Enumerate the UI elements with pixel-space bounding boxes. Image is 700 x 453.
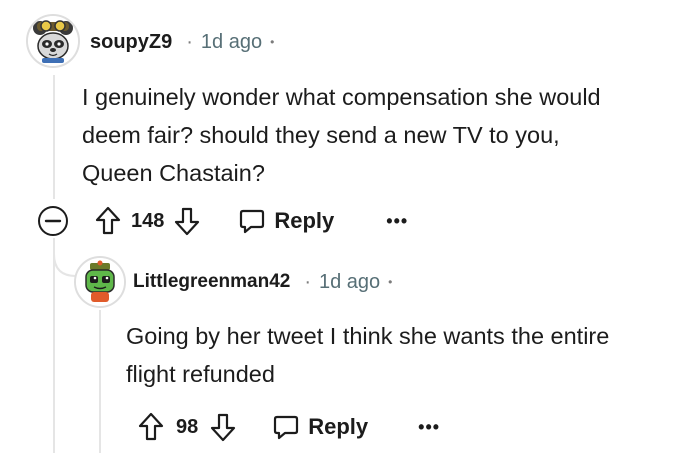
comment-line: Going by her tweet I think she wants the… [126,323,610,349]
separator-dot: · [186,30,193,53]
vote-score: 148 [131,209,165,232]
more-options-button[interactable]: ••• [418,417,440,438]
more-options-button[interactable]: ••• [386,211,408,232]
avatar[interactable] [74,256,126,308]
reply-label: Reply [308,414,369,439]
comment-line: deem fair? should they send a new TV to … [82,122,560,148]
reply-bubble-icon [272,413,300,441]
reply-label: Reply [274,208,335,233]
timestamp[interactable]: 1d ago [319,271,380,294]
avatar[interactable] [26,14,80,68]
reply-bubble-icon [238,207,266,235]
username[interactable]: Littlegreenman42 [133,271,290,293]
comment-line: flight refunded [126,361,275,387]
comment-line: Queen Chastain? [82,160,265,186]
comment-body: Going by her tweet I think she wants the… [126,317,609,393]
upvote-icon[interactable] [138,412,164,442]
comment-meta: Littlegreenman42 · 1d ago • [133,270,392,294]
trailing-dot: • [388,275,393,289]
separator-dot: · [304,270,311,293]
comment-actions: 98 Reply ••• [138,408,440,446]
timestamp[interactable]: 1d ago [201,31,262,54]
upvote-icon[interactable] [95,206,121,236]
collapse-icon[interactable] [37,205,69,237]
comment-body: I genuinely wonder what compensation she… [82,78,601,192]
trailing-dot: • [270,35,275,49]
green-alien-avatar-icon [76,258,124,306]
thread-line-parent [53,75,55,199]
username[interactable]: soupyZ9 [90,31,172,54]
downvote-icon[interactable] [210,412,236,442]
comment-actions: 148 Reply ••• [37,202,408,240]
raccoon-avatar-icon [28,16,78,66]
comment-line: I genuinely wonder what compensation she… [82,84,601,110]
reply-button[interactable]: Reply [272,413,368,441]
comment-meta: soupyZ9 · 1d ago • [90,30,274,54]
downvote-icon[interactable] [174,206,200,236]
vote-score: 98 [176,415,199,438]
thread-line-reply [99,310,101,453]
reply-button[interactable]: Reply [238,207,334,235]
